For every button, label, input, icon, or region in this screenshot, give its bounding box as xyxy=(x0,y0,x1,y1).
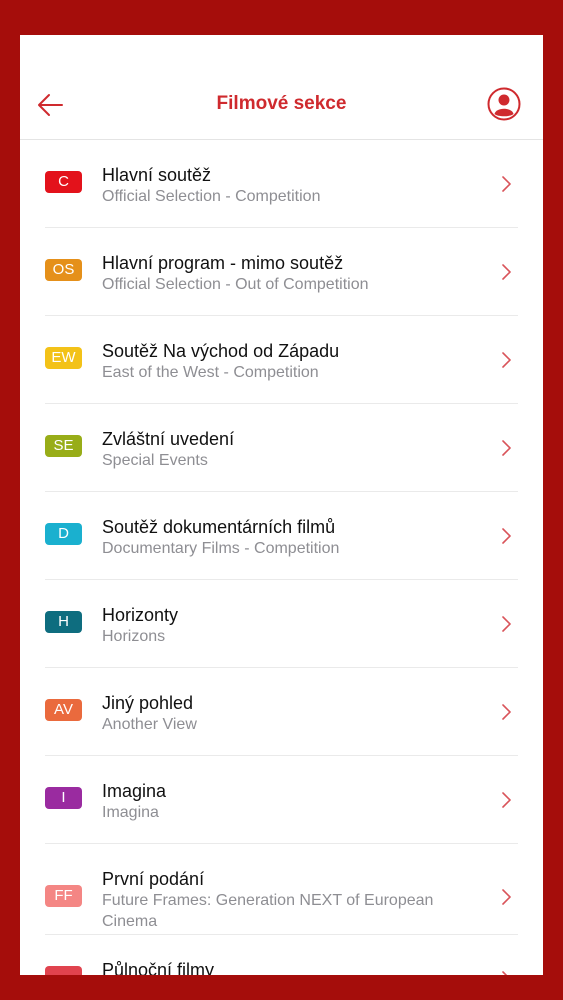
section-badge xyxy=(45,966,82,975)
profile-button[interactable] xyxy=(487,87,521,121)
section-subtitle: Official Selection - Out of Competition xyxy=(102,276,369,293)
section-name: Soutěž dokumentárních filmů xyxy=(102,517,336,537)
section-badge: SE xyxy=(45,435,82,457)
section-list: C Hlavní soutěž Official Selection - Compe… xyxy=(20,140,543,975)
section-row[interactable]: H Horizonty Horizons xyxy=(20,580,543,668)
section-badge: D xyxy=(45,523,82,545)
section-texts: Horizonty Horizons xyxy=(102,604,483,647)
section-name: Imagina xyxy=(102,781,167,801)
chevron-right-icon xyxy=(502,176,511,192)
app-screen: Filmové sekce C Hlavní soutěž Official Sel… xyxy=(20,35,543,975)
section-row[interactable]: I Imagina Imagina xyxy=(20,756,543,844)
section-texts: Imagina Imagina xyxy=(102,780,483,823)
page-title: Filmové sekce xyxy=(216,93,347,114)
section-row[interactable]: SE Zvláštní uvedení Special Events xyxy=(20,404,543,492)
section-badge: H xyxy=(45,611,82,633)
section-texts: Soutěž dokumentárních filmů Documentary F… xyxy=(102,516,483,559)
section-name: Soutěž Na východ od Západu xyxy=(102,341,340,361)
section-texts: Zvláštní uvedení Special Events xyxy=(102,428,483,471)
section-badge: OS xyxy=(45,259,82,281)
chevron-right-icon xyxy=(502,616,511,632)
chevron-right-icon xyxy=(502,528,511,544)
section-texts: První podání Future Frames: Generation NE… xyxy=(102,868,483,932)
section-texts: Půlnoční filmy xyxy=(102,959,483,975)
section-badge: C xyxy=(45,171,82,193)
section-name: Půlnoční filmy xyxy=(102,960,215,975)
chevron-right-icon xyxy=(502,264,511,280)
section-name: Hlavní soutěž xyxy=(102,165,212,185)
section-row[interactable]: EW Soutěž Na východ od Západu East of the … xyxy=(20,316,543,404)
section-badge: I xyxy=(45,787,82,809)
section-subtitle: Special Events xyxy=(102,452,208,469)
section-texts: Soutěž Na východ od Západu East of the We… xyxy=(102,340,483,383)
section-texts: Jiný pohled Another View xyxy=(102,692,483,735)
section-name: Jiný pohled xyxy=(102,693,194,713)
section-row[interactable]: Půlnoční filmy xyxy=(20,935,543,975)
section-texts: Hlavní program - mimo soutěž Official Sel… xyxy=(102,252,483,295)
chevron-right-icon xyxy=(502,889,511,905)
section-subtitle: Another View xyxy=(102,716,197,733)
section-subtitle: Future Frames: Generation NEXT of Europe… xyxy=(102,892,434,930)
section-row[interactable]: D Soutěž dokumentárních filmů Documentary … xyxy=(20,492,543,580)
chevron-right-icon xyxy=(502,352,511,368)
section-badge: EW xyxy=(45,347,82,369)
section-name: Zvláštní uvedení xyxy=(102,429,235,449)
section-subtitle: Documentary Films - Competition xyxy=(102,540,340,557)
section-subtitle: East of the West - Competition xyxy=(102,364,319,381)
section-subtitle: Official Selection - Competition xyxy=(102,188,321,205)
section-name: Horizonty xyxy=(102,605,179,625)
section-subtitle: Imagina xyxy=(102,804,159,821)
section-subtitle: Horizons xyxy=(102,628,166,645)
section-texts: Hlavní soutěž Official Selection - Compet… xyxy=(102,164,483,207)
section-badge: AV xyxy=(45,699,82,721)
section-badge: FF xyxy=(45,885,82,907)
section-row[interactable]: C Hlavní soutěž Official Selection - Compe… xyxy=(20,140,543,228)
section-row[interactable]: FF První podání Future Frames: Generation … xyxy=(20,844,543,935)
section-row[interactable]: OS Hlavní program - mimo soutěž Official S… xyxy=(20,228,543,316)
section-name: První podání xyxy=(102,869,205,889)
chevron-right-icon xyxy=(502,792,511,808)
user-circle-icon xyxy=(487,87,521,121)
chevron-right-icon xyxy=(502,971,508,975)
chevron-right-icon xyxy=(502,704,511,720)
header: Filmové sekce xyxy=(20,35,543,140)
section-row[interactable]: AV Jiný pohled Another View xyxy=(20,668,543,756)
chevron-right-icon xyxy=(502,440,511,456)
section-name: Hlavní program - mimo soutěž xyxy=(102,253,344,273)
